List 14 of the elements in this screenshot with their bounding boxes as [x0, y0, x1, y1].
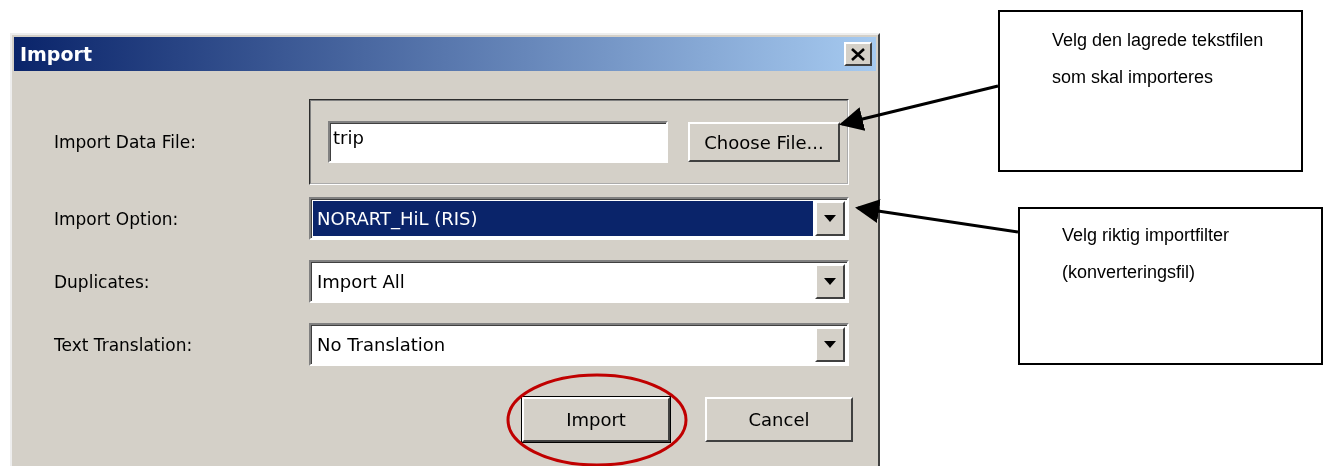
dropdown[interactable]: Import All	[309, 260, 849, 303]
choose-file-button[interactable]: Choose File...	[688, 122, 840, 162]
dropdown[interactable]: NORART_HiL (RIS)	[309, 197, 849, 240]
callout-text: Velg riktig importfilter (konverteringsfil)	[1018, 207, 1323, 365]
dropdown[interactable]: No Translation	[309, 323, 849, 366]
field-label: Duplicates:	[54, 271, 151, 292]
field-label: Import Option:	[54, 208, 180, 229]
input-field[interactable]: trip	[328, 121, 668, 163]
field-label: Import Data File:	[54, 132, 197, 152]
field-label: Text Translation:	[54, 334, 194, 355]
import-button[interactable]: Import	[522, 397, 670, 442]
cancel-button[interactable]: Cancel	[705, 397, 853, 442]
window-title: Import	[20, 43, 92, 65]
callout-text: Velg den lagrede tekstfilen som skal importeres	[998, 10, 1303, 172]
